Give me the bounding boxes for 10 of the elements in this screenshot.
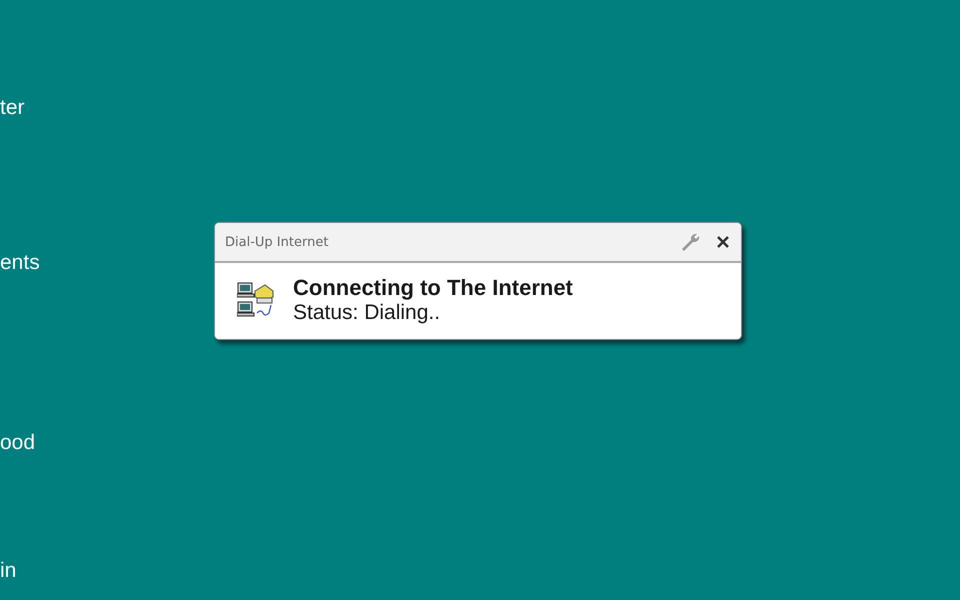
network-computers-icon	[237, 281, 275, 319]
connection-status: Status: Dialing..	[293, 301, 442, 325]
desktop-icon-label[interactable]: ood	[0, 431, 36, 455]
close-icon	[717, 236, 729, 248]
popup-title: Dial-Up Internet	[225, 234, 330, 250]
desktop-icon-label[interactable]: in	[0, 559, 16, 583]
close-button[interactable]	[715, 234, 731, 250]
desktop-icon-label[interactable]: ter	[0, 96, 25, 120]
desktop-icon-label[interactable]: ents	[0, 251, 40, 275]
notification-heading: Connecting to The Internet	[293, 275, 573, 301]
